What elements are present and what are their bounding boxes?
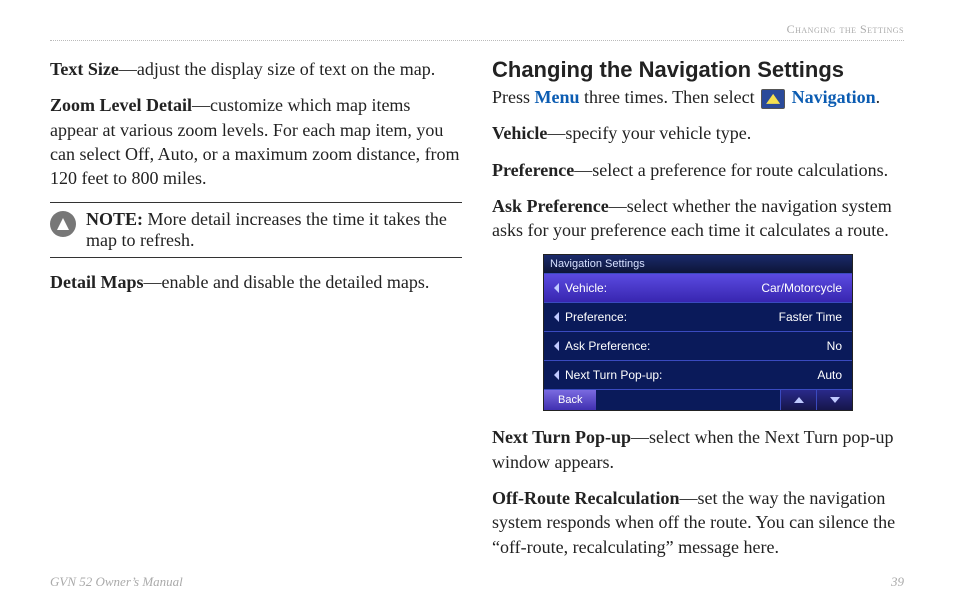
page-footer: GVN 52 Owner’s Manual 39 [50, 574, 904, 590]
note-text: NOTE: More detail increases the time it … [86, 209, 462, 251]
footer-left: GVN 52 Owner’s Manual [50, 574, 183, 590]
arrow-left-icon [554, 370, 559, 380]
preference-para: Preference—select a preference for route… [492, 158, 904, 182]
intro-para: Press Menu three times. Then select Navi… [492, 85, 904, 109]
chevron-down-icon [830, 397, 840, 403]
ask-label: Ask Preference [492, 196, 609, 216]
page-number: 39 [891, 574, 904, 590]
offroute-label: Off-Route Recalculation [492, 488, 679, 508]
device-row-vehicle[interactable]: Vehicle: Car/Motorcycle [544, 273, 852, 302]
intro-menu: Menu [535, 87, 580, 107]
zoom-level-para: Zoom Level Detail—customize which map it… [50, 93, 462, 190]
intro-pre: Press [492, 87, 535, 107]
device-row-ask[interactable]: Ask Preference: No [544, 331, 852, 360]
intro-end: . [876, 87, 881, 107]
device-row-preference[interactable]: Preference: Faster Time [544, 302, 852, 331]
device-row-label: Next Turn Pop-up: [565, 368, 662, 382]
device-footer: Back [544, 389, 852, 410]
intro-mid: three times. Then select [580, 87, 760, 107]
arrow-left-icon [554, 312, 559, 322]
device-row-value: No [827, 339, 842, 353]
right-column: Changing the Navigation Settings Press M… [492, 57, 904, 571]
vehicle-para: Vehicle—specify your vehicle type. [492, 121, 904, 145]
vehicle-body: —specify your vehicle type. [547, 123, 751, 143]
section-heading: Changing the Navigation Settings [492, 57, 904, 83]
vehicle-label: Vehicle [492, 123, 547, 143]
arrow-left-icon [554, 341, 559, 351]
text-size-label: Text Size [50, 59, 119, 79]
note-icon [50, 211, 76, 237]
ask-para: Ask Preference—select whether the naviga… [492, 194, 904, 243]
preference-label: Preference [492, 160, 574, 180]
left-column: Text Size—adjust the display size of tex… [50, 57, 462, 571]
device-row-label: Vehicle: [565, 281, 607, 295]
detail-maps-body: —enable and disable the detailed maps. [144, 272, 430, 292]
two-column-layout: Text Size—adjust the display size of tex… [50, 57, 904, 571]
back-button[interactable]: Back [544, 390, 596, 410]
device-row-value: Auto [817, 368, 842, 382]
device-row-next-turn[interactable]: Next Turn Pop-up: Auto [544, 360, 852, 389]
text-size-body: —adjust the display size of text on the … [119, 59, 435, 79]
device-row-value: Car/Motorcycle [761, 281, 842, 295]
header-section-label: Changing the Settings [787, 22, 904, 37]
device-row-label: Ask Preference: [565, 339, 650, 353]
scroll-down-button[interactable] [816, 390, 852, 410]
intro-nav: Navigation [787, 87, 876, 107]
navigation-icon [761, 89, 785, 109]
next-turn-label: Next Turn Pop-up [492, 427, 631, 447]
arrow-left-icon [554, 283, 559, 293]
next-turn-para: Next Turn Pop-up—select when the Next Tu… [492, 425, 904, 474]
offroute-para: Off-Route Recalculation—set the way the … [492, 486, 904, 559]
preference-body: —select a preference for route calculati… [574, 160, 888, 180]
chevron-up-icon [794, 397, 804, 403]
device-screenshot: Navigation Settings Vehicle: Car/Motorcy… [543, 254, 853, 411]
detail-maps-para: Detail Maps—enable and disable the detai… [50, 270, 462, 294]
device-row-label: Preference: [565, 310, 627, 324]
device-row-value: Faster Time [779, 310, 842, 324]
rule [50, 40, 904, 41]
text-size-para: Text Size—adjust the display size of tex… [50, 57, 462, 81]
device-title: Navigation Settings [544, 255, 852, 273]
zoom-label: Zoom Level Detail [50, 95, 192, 115]
note-block: NOTE: More detail increases the time it … [50, 202, 462, 258]
detail-maps-label: Detail Maps [50, 272, 144, 292]
note-label: NOTE: [86, 209, 143, 229]
scroll-up-button[interactable] [780, 390, 816, 410]
